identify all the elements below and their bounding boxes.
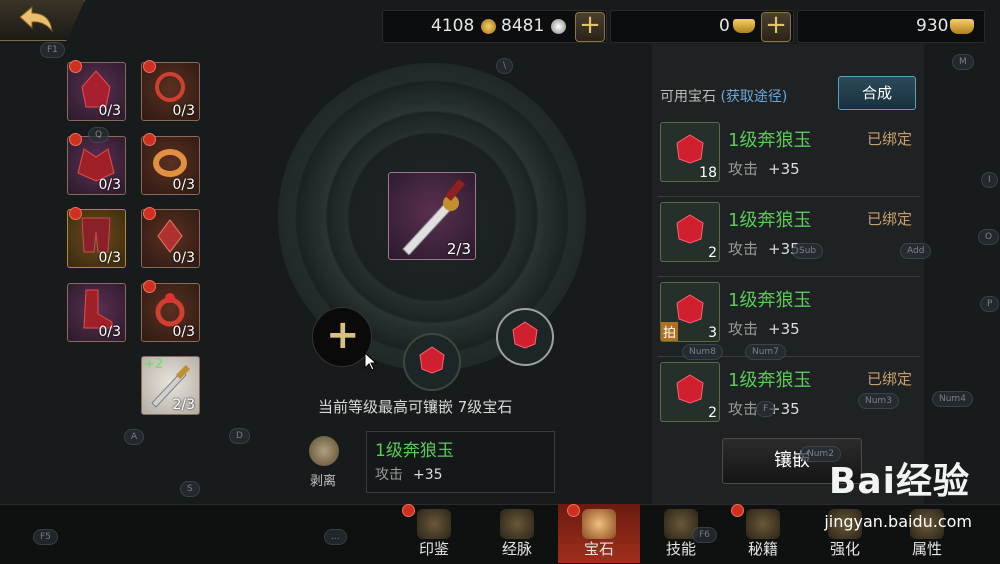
- key-hint: I: [981, 172, 998, 188]
- gem-slot: 2: [660, 362, 720, 422]
- red-gem-icon: [512, 321, 538, 349]
- mouse-cursor-icon: [364, 352, 378, 371]
- key-hint: A: [124, 429, 145, 445]
- bracelet-icon: [153, 149, 187, 177]
- add-gold-button[interactable]: +: [575, 12, 605, 42]
- obtain-link[interactable]: (获取途径): [720, 89, 787, 105]
- necklace-icon: [155, 72, 185, 102]
- notify-dot: [731, 504, 744, 517]
- notify-dot: [69, 60, 82, 73]
- gem-list-item[interactable]: 2 1级奔狼玉 攻击 +35 已绑定: [658, 198, 920, 277]
- key-hint: P: [980, 296, 1000, 312]
- red-gem-icon: [676, 134, 704, 164]
- ticket-amount: 930: [916, 16, 949, 36]
- gem-list-item[interactable]: 18 1级奔狼玉 攻击 +35 已绑定: [658, 118, 920, 197]
- back-arrow-icon: [19, 5, 53, 33]
- gem-name: 1级奔狼玉: [728, 370, 812, 391]
- scroll-icon: [746, 509, 780, 539]
- key-hint: \: [496, 58, 514, 74]
- notify-dot: [143, 133, 156, 146]
- gem-name: 1级奔狼玉: [728, 210, 812, 231]
- key-hint: Sub: [792, 243, 824, 259]
- gem-attr: 攻击 +35: [728, 160, 800, 178]
- bound-label: 已绑定: [866, 370, 912, 388]
- notify-dot: [143, 280, 156, 293]
- key-hint: Num3: [858, 393, 899, 409]
- notify-dot: [402, 504, 415, 517]
- key-hint: O: [978, 229, 1000, 245]
- key-hint: Num4: [932, 391, 973, 407]
- red-gem-icon: [676, 214, 704, 244]
- key-hint: F6: [692, 527, 717, 543]
- bound-label: 已绑定: [866, 130, 912, 148]
- equip-slot-weapon[interactable]: +2 2/3: [141, 356, 200, 415]
- key-hint: S: [180, 481, 200, 497]
- plus-icon: +: [326, 312, 360, 358]
- watermark-url: jingyan.baidu.com: [824, 512, 972, 531]
- key-hint: F5: [33, 529, 58, 545]
- key-hint: M: [952, 54, 974, 70]
- key-hint: Num7: [745, 344, 786, 360]
- max-level-hint: 当前等级最高可镶嵌 7级宝石: [318, 398, 513, 416]
- silver-amount: 8481: [501, 16, 545, 36]
- remove-icon: [309, 436, 339, 466]
- back-button[interactable]: [0, 0, 85, 41]
- red-gem-icon: [676, 374, 704, 404]
- key-hint: F1: [40, 42, 65, 58]
- key-hint: D: [229, 428, 250, 444]
- gem-socket-3[interactable]: [496, 308, 554, 366]
- gem-name: 1级奔狼玉: [728, 290, 812, 311]
- add-socket-button[interactable]: +: [312, 307, 372, 367]
- ingot-bar: 0 +: [610, 10, 794, 43]
- silver-coin-icon: [551, 19, 566, 34]
- ticket-ingot-icon: [950, 19, 974, 34]
- key-hint: F: [756, 401, 776, 417]
- selected-gem-attr: 攻击 +35: [375, 467, 443, 483]
- notify-dot: [143, 60, 156, 73]
- meridian-icon: [500, 509, 534, 539]
- selected-gem-name: 1级奔狼玉: [375, 441, 454, 461]
- gold-coin-icon: [481, 19, 496, 34]
- gem-attr: 攻击 +35: [728, 240, 800, 258]
- auction-tag: 拍: [661, 322, 679, 341]
- red-gem-icon: [419, 346, 445, 374]
- add-ingot-button[interactable]: +: [761, 12, 791, 42]
- gem-slot: 18: [660, 122, 720, 182]
- weapon-enhance-badge: +2: [144, 357, 164, 372]
- notify-dot: [69, 133, 82, 146]
- ingot-amount: 0: [719, 16, 730, 36]
- baidu-watermark: Bai经验: [828, 461, 970, 502]
- compose-button[interactable]: 合成: [838, 76, 916, 110]
- ticket-bar: 930: [797, 10, 985, 43]
- ingot-icon: [733, 19, 755, 33]
- gold-silver-bar: 4108 8481 +: [382, 10, 607, 43]
- key-hint: Num8: [682, 344, 723, 360]
- gem-attr: 攻击 +35: [728, 320, 800, 338]
- gem-slot: 拍 3: [660, 282, 720, 342]
- remove-gem-button[interactable]: 剥离: [304, 436, 344, 489]
- tab-meridian[interactable]: 经脉: [476, 504, 558, 563]
- gem-slot: 2: [660, 202, 720, 262]
- notify-dot: [143, 207, 156, 220]
- selected-gem-info: 1级奔狼玉 攻击 +35: [366, 431, 555, 493]
- equip-slot-boots[interactable]: 0/3: [67, 283, 126, 342]
- gem-crystal-icon: [582, 509, 616, 539]
- bound-label: 已绑定: [866, 210, 912, 228]
- key-hint: Q: [88, 127, 110, 143]
- notify-dot: [69, 207, 82, 220]
- notify-dot: [567, 504, 580, 517]
- gem-socket-2[interactable]: [403, 333, 461, 391]
- seal-icon: [417, 509, 451, 539]
- key-hint: ...: [324, 529, 347, 545]
- gem-name: 1级奔狼玉: [728, 130, 812, 151]
- selected-item[interactable]: 2/3: [388, 172, 476, 260]
- red-gem-icon: [676, 294, 704, 324]
- key-hint: Add: [900, 243, 932, 259]
- gold-amount: 4108: [431, 16, 475, 36]
- gem-panel-title: 可用宝石 (获取途径): [660, 89, 788, 105]
